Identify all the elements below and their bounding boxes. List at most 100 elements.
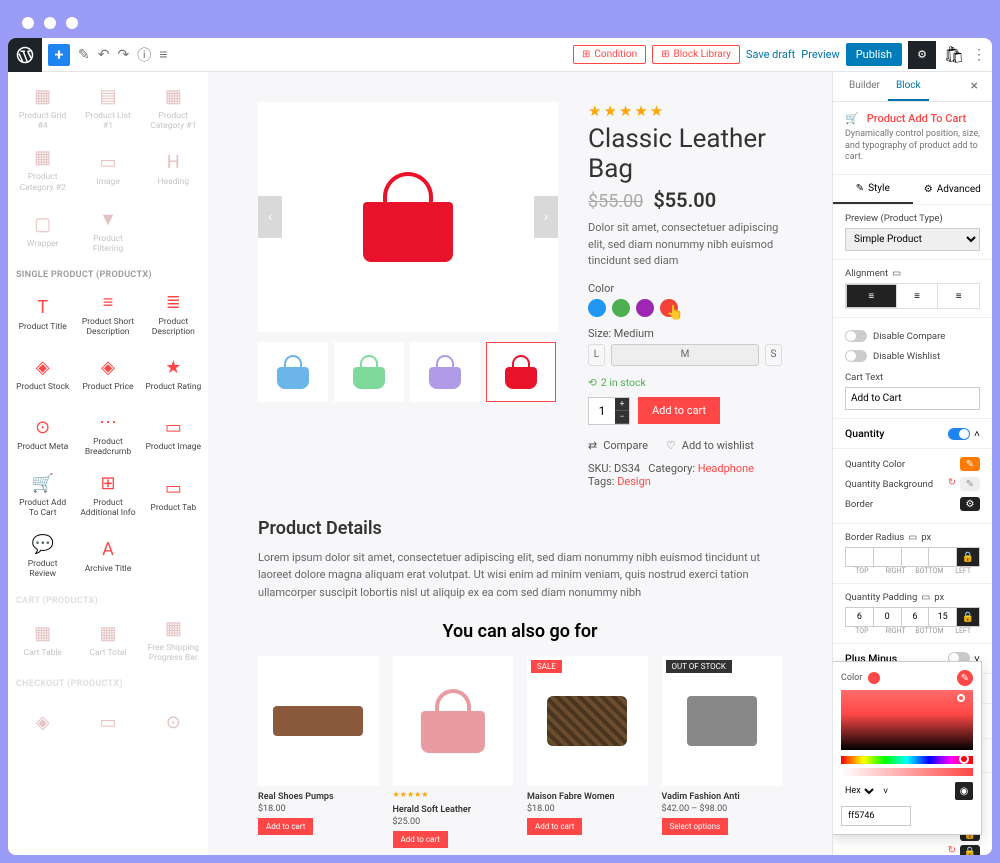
color-edit-button[interactable]: ✎ <box>960 457 980 471</box>
gallery-next-button[interactable]: › <box>534 196 558 238</box>
condition-button[interactable]: ⊞Condition <box>573 45 646 64</box>
block-item[interactable]: TProduct Title <box>12 286 73 343</box>
block-item[interactable]: ◈Product Stock <box>12 348 73 402</box>
eyedropper-icon[interactable]: ◉ <box>955 782 973 800</box>
block-item[interactable]: ▦Product Grid #4 <box>12 80 73 137</box>
block-item[interactable]: 🛒Product Add To Cart <box>12 467 73 524</box>
outline-icon[interactable]: ≡ <box>159 46 167 63</box>
add-block-button[interactable]: + <box>48 44 70 66</box>
block-item[interactable]: ◈Product Price <box>77 348 138 402</box>
quantity-section[interactable]: Quantity ˄ <box>833 419 992 449</box>
block-item[interactable]: ★Product Rating <box>143 348 204 402</box>
close-inspector-icon[interactable]: × <box>965 72 984 101</box>
border-radius-inputs[interactable]: 🔒 <box>845 547 980 567</box>
size-option[interactable]: L <box>588 344 605 366</box>
quantity-input[interactable]: +− <box>588 397 630 425</box>
block-item[interactable]: ▦Cart Total <box>77 612 138 669</box>
card-action-button[interactable]: Add to cart <box>258 818 313 835</box>
block-item[interactable]: ⊞Product Additional Info <box>77 467 138 524</box>
color-swatch[interactable] <box>612 299 630 317</box>
block-item[interactable]: ≣Product Description <box>143 286 204 343</box>
block-item[interactable]: ▦Product Category #2 <box>12 141 73 198</box>
block-library-button[interactable]: ⊞Block Library <box>652 45 740 64</box>
block-item[interactable]: HHeading <box>143 141 204 198</box>
tab-builder[interactable]: Builder <box>841 72 888 101</box>
block-item[interactable]: AArchive Title <box>77 528 138 585</box>
wordpress-logo[interactable] <box>8 38 42 72</box>
tab-block[interactable]: Block <box>888 72 929 101</box>
preview-link[interactable]: Preview <box>801 48 839 61</box>
save-draft-link[interactable]: Save draft <box>746 48 795 61</box>
redo-icon[interactable]: ↷ <box>117 47 129 63</box>
size-option[interactable]: S <box>765 344 782 366</box>
reset-color-button[interactable]: ✎ <box>957 670 973 686</box>
gallery-thumbnail[interactable] <box>258 342 328 402</box>
gallery-thumbnail[interactable] <box>410 342 480 402</box>
editor-canvas[interactable]: ‹ › ★★★★★ Classic Leather <box>208 72 832 855</box>
compare-link[interactable]: ⇄ Compare <box>588 439 648 452</box>
add-to-cart-button[interactable]: Add to cart <box>638 397 720 424</box>
gallery-thumbnail[interactable] <box>486 342 556 402</box>
shop-icon[interactable]: 🛍 <box>942 43 966 67</box>
hex-input[interactable] <box>841 806 911 826</box>
tab-style[interactable]: ✎ Style <box>833 175 913 204</box>
color-swatch[interactable] <box>636 299 654 317</box>
lock-icon[interactable]: 🔒 <box>960 845 980 855</box>
bg-edit-button[interactable]: ✎ <box>960 477 980 491</box>
block-item[interactable]: ▭Product Tab <box>143 467 204 524</box>
gallery-thumbnail[interactable] <box>334 342 404 402</box>
related-product-card[interactable]: Real Shoes Pumps$18.00Add to cart <box>258 656 379 848</box>
block-item[interactable]: 💬Product Review <box>12 528 73 585</box>
block-item[interactable]: ▭Product Image <box>143 406 204 463</box>
card-action-button[interactable]: Add to cart <box>393 831 448 848</box>
block-item[interactable]: ⋯Product Breadcrumb <box>77 406 138 463</box>
wishlist-link[interactable]: ♡ Add to wishlist <box>666 439 754 452</box>
quantity-toggle[interactable] <box>948 428 970 440</box>
qty-minus-button[interactable]: − <box>615 411 629 424</box>
qty-plus-button[interactable]: + <box>615 398 629 411</box>
block-item[interactable]: ▤Product List #1 <box>77 80 138 137</box>
preview-type-select[interactable]: Simple Product <box>845 228 980 251</box>
related-product-card[interactable]: OUT OF STOCKVadim Fashion Anti$42.00 – $… <box>662 656 783 848</box>
block-item[interactable]: ≡Product Short Description <box>77 286 138 343</box>
block-item[interactable]: ▭Image <box>77 141 138 198</box>
color-format-select[interactable]: Hex <box>841 785 877 797</box>
color-swatch[interactable] <box>588 299 606 317</box>
align-center-button[interactable]: ≡ <box>897 284 939 308</box>
related-product-card[interactable]: ★★★★★Herald Soft Leather$25.00Add to car… <box>393 656 514 848</box>
border-edit-button[interactable]: ⚙ <box>960 497 980 511</box>
related-product-card[interactable]: SALEMaison Fabre Women$18.00Add to cart <box>527 656 648 848</box>
info-icon[interactable]: ⓘ <box>137 45 151 65</box>
color-field[interactable] <box>841 690 973 750</box>
reset-icon[interactable]: ↻ <box>948 477 956 491</box>
gallery-prev-button[interactable]: ‹ <box>258 196 282 238</box>
block-item[interactable]: ▦Cart Table <box>12 612 73 669</box>
block-item[interactable]: ▼Product Filtering <box>77 203 138 260</box>
more-icon[interactable]: ⋮ <box>972 47 986 63</box>
block-item[interactable]: ⊙Product Meta <box>12 406 73 463</box>
size-option[interactable]: M <box>611 344 759 366</box>
lock-icon[interactable]: 🔒 <box>957 608 979 626</box>
align-right-button[interactable]: ≡ <box>938 284 979 308</box>
card-action-button[interactable]: Add to cart <box>527 818 582 835</box>
card-action-button[interactable]: Select options <box>662 818 729 835</box>
publish-button[interactable]: Publish <box>846 43 902 66</box>
block-item[interactable]: ◈ <box>12 695 73 749</box>
undo-icon[interactable]: ↶ <box>98 47 110 63</box>
alpha-slider[interactable] <box>841 768 973 776</box>
block-item[interactable]: ▢Wrapper <box>12 203 73 260</box>
reset-icon[interactable]: ↻ <box>948 845 956 855</box>
block-item[interactable]: ▭ <box>77 695 138 749</box>
cart-text-input[interactable] <box>845 387 980 410</box>
block-item[interactable]: ▦Free Shipping Progress Bar <box>143 612 204 669</box>
padding-inputs[interactable]: 🔒 <box>845 607 980 627</box>
disable-compare-toggle[interactable] <box>845 330 867 342</box>
edit-icon[interactable]: ✎ <box>78 47 90 63</box>
tab-advanced[interactable]: ⚙ Advanced <box>913 175 993 204</box>
lock-icon[interactable]: 🔒 <box>957 548 979 566</box>
align-left-button[interactable]: ≡ <box>846 284 897 308</box>
hue-slider[interactable] <box>841 756 973 764</box>
block-item[interactable]: ⊙ <box>143 695 204 749</box>
disable-wishlist-toggle[interactable] <box>845 350 867 362</box>
block-item[interactable]: ▦Product Category #1 <box>143 80 204 137</box>
